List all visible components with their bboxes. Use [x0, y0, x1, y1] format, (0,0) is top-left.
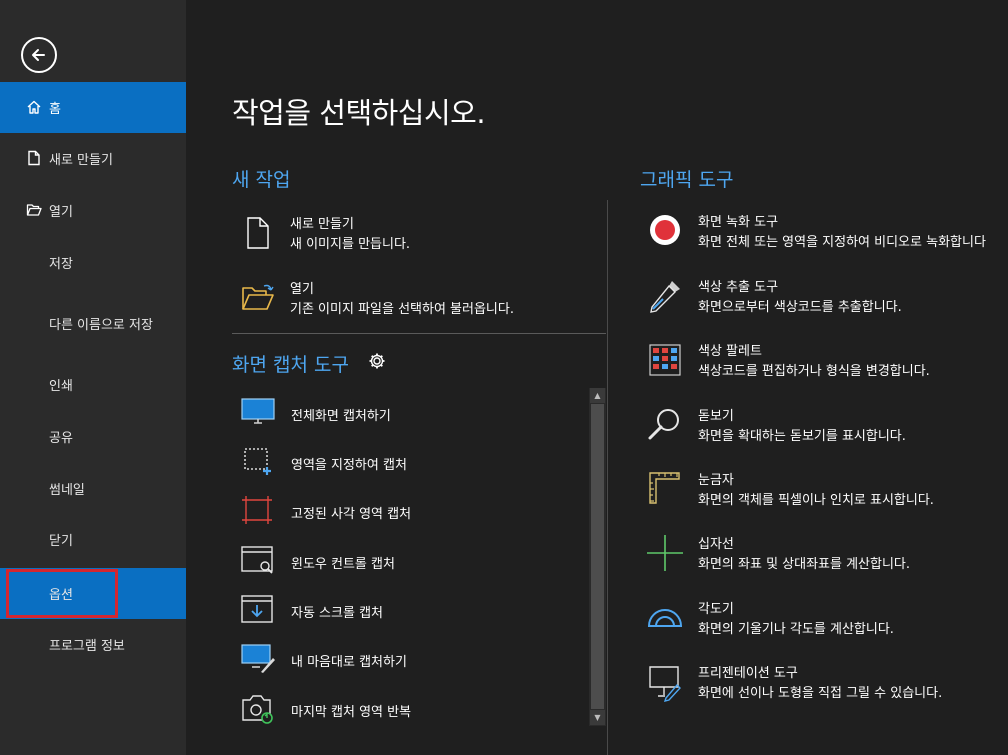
capture-item-label: 전체화면 캡처하기: [291, 409, 391, 424]
highlight-outline: [6, 569, 118, 618]
region-select-icon: [244, 448, 271, 475]
sidebar-item-label: 저장: [49, 257, 73, 272]
scroll-down-arrow-icon[interactable]: ▼: [590, 710, 605, 725]
record-icon: [650, 215, 680, 245]
item-title: 색상 추출 도구: [698, 280, 779, 295]
capture-item-label: 내 마음대로 캡처하기: [291, 655, 407, 670]
sidebar-item-close[interactable]: 닫기: [0, 514, 186, 565]
home-icon: [27, 100, 41, 114]
eyedropper-icon: [650, 281, 680, 313]
item-title: 눈금자: [698, 473, 734, 488]
magnifier-item[interactable]: 돋보기 화면을 확대하는 돋보기를 표시합니다.: [645, 405, 945, 449]
freehand-pen-icon: [241, 644, 275, 673]
sidebar-item-label: 다른 이름으로 저장: [49, 318, 153, 333]
color-palette-item[interactable]: 색상 팔레트 색상코드를 편집하거나 형식을 변경합니다.: [645, 340, 965, 384]
sidebar-item-save-as[interactable]: 다른 이름으로 저장: [0, 298, 186, 349]
item-description: 화면 전체 또는 영역을 지정하여 비디오로 녹화합니다: [698, 235, 986, 250]
item-title: 십자선: [698, 537, 734, 552]
capture-item-label: 마지막 캡처 영역 반복: [291, 705, 412, 720]
sidebar-item-about[interactable]: 프로그램 정보: [0, 619, 186, 670]
item-title: 색상 팔레트: [698, 344, 762, 359]
capture-item-label: 고정된 사각 영역 캡처: [291, 507, 412, 522]
item-description: 화면의 기울기나 각도를 계산합니다.: [698, 622, 894, 637]
sidebar-item-label: 닫기: [49, 534, 73, 549]
capture-window-item[interactable]: 윈도우 컨트롤 캡처: [240, 540, 585, 580]
back-arrow-icon: [32, 49, 45, 61]
protractor-item[interactable]: 각도기 화면의 기울기나 각도를 계산합니다.: [645, 598, 945, 642]
item-title: 각도기: [698, 602, 734, 617]
item-description: 화면에 선이나 도형을 직접 그릴 수 있습니다.: [698, 686, 943, 701]
repeat-camera-icon: [242, 695, 273, 724]
monitor-icon: [241, 398, 275, 424]
item-description: 새 이미지를 만듭니다.: [290, 237, 411, 252]
item-title: 돋보기: [698, 409, 734, 424]
open-file-item[interactable]: 열기 기존 이미지 파일을 선택하여 불러옵니다.: [240, 278, 580, 322]
sidebar-item-print[interactable]: 인쇄: [0, 359, 186, 410]
sidebar-item-open[interactable]: 열기: [0, 185, 186, 236]
magnifier-icon: [648, 409, 679, 440]
capture-repeat-item[interactable]: 마지막 캡처 영역 반복: [240, 688, 585, 728]
capture-list-scrollbar[interactable]: ▲ ▼: [589, 388, 606, 726]
column-divider: [607, 200, 608, 755]
blank-document-icon: [247, 217, 269, 249]
ruler-item[interactable]: 눈금자 화면의 객체를 픽셀이나 인치로 표시합니다.: [645, 469, 965, 513]
capture-region-item[interactable]: 영역을 지정하여 캡처: [240, 441, 585, 481]
crosshair-icon: [647, 535, 683, 571]
capture-freehand-item[interactable]: 내 마음대로 캡처하기: [240, 638, 585, 678]
sidebar-item-label: 새로 만들기: [49, 153, 113, 168]
item-description: 화면으로부터 색상코드를 추출합니다.: [698, 300, 902, 315]
sidebar-item-thumbnail[interactable]: 썸네일: [0, 463, 186, 514]
sidebar-item-label: 열기: [49, 205, 73, 220]
sidebar-item-label: 썸네일: [49, 483, 85, 498]
page-title: 작업을 선택하십시오.: [232, 96, 486, 130]
section-title-capture: 화면 캡처 도구: [232, 354, 349, 376]
section-title-graphic: 그래픽 도구: [640, 169, 734, 191]
capture-fullscreen-item[interactable]: 전체화면 캡처하기: [240, 392, 585, 432]
back-button[interactable]: [21, 37, 57, 73]
color-picker-item[interactable]: 색상 추출 도구 화면으로부터 색상코드를 추출합니다.: [645, 276, 945, 320]
capture-fixed-rect-item[interactable]: 고정된 사각 영역 캡처: [240, 490, 585, 530]
item-title: 새로 만들기: [290, 217, 354, 232]
sidebar-item-new[interactable]: 새로 만들기: [0, 133, 186, 184]
capture-item-label: 자동 스크롤 캡처: [291, 606, 383, 621]
window-magnifier-icon: [241, 546, 273, 574]
gear-icon[interactable]: [368, 352, 386, 370]
capture-item-label: 영역을 지정하여 캡처: [291, 458, 407, 473]
item-description: 화면의 객체를 픽셀이나 인치로 표시합니다.: [698, 493, 934, 508]
item-description: 화면의 좌표 및 상대좌표를 계산합니다.: [698, 557, 911, 572]
crosshair-item[interactable]: 십자선 화면의 좌표 및 상대좌표를 계산합니다.: [645, 533, 945, 577]
item-description: 기존 이미지 파일을 선택하여 불러옵니다.: [290, 302, 514, 317]
open-folder-icon: [26, 204, 42, 216]
item-title: 열기: [290, 282, 314, 297]
capture-item-label: 윈도우 컨트롤 캡처: [291, 557, 395, 572]
protractor-icon: [647, 609, 683, 627]
fixed-rectangle-icon: [242, 496, 272, 524]
open-folder-icon: [242, 284, 274, 310]
new-file-item[interactable]: 새로 만들기 새 이미지를 만듭니다.: [240, 213, 580, 257]
ruler-icon: [649, 472, 680, 504]
presentation-pen-icon: [649, 666, 681, 702]
section-divider: [232, 333, 606, 334]
sidebar-item-label: 인쇄: [49, 379, 73, 394]
scroll-down-icon: [241, 595, 273, 623]
screen-record-item[interactable]: 화면 녹화 도구 화면 전체 또는 영역을 지정하여 비디오로 녹화합니다: [645, 211, 1008, 255]
sidebar-item-share[interactable]: 공유: [0, 411, 186, 462]
sidebar-item-home[interactable]: 홈: [0, 82, 186, 133]
presentation-item[interactable]: 프리젠테이션 도구 화면에 선이나 도형을 직접 그릴 수 있습니다.: [645, 662, 975, 706]
scroll-up-arrow-icon[interactable]: ▲: [590, 388, 605, 403]
scrollbar-thumb[interactable]: [591, 404, 604, 709]
item-title: 화면 녹화 도구: [698, 215, 779, 230]
sidebar: 홈 새로 만들기 열기 저장 다른 이름으로 저장 인쇄 공유 썸네일 닫기 옵…: [0, 0, 186, 755]
item-description: 색상코드를 편집하거나 형식을 변경합니다.: [698, 364, 930, 379]
section-title-new-task: 새 작업: [232, 169, 291, 191]
palette-grid-icon: [649, 344, 681, 376]
sidebar-item-label: 프로그램 정보: [49, 639, 125, 654]
item-title: 프리젠테이션 도구: [698, 666, 798, 681]
sidebar-item-save[interactable]: 저장: [0, 237, 186, 288]
sidebar-item-label: 홈: [49, 102, 61, 117]
capture-scroll-item[interactable]: 자동 스크롤 캡처: [240, 589, 585, 629]
new-file-icon: [28, 150, 40, 166]
sidebar-item-label: 공유: [49, 431, 73, 446]
item-description: 화면을 확대하는 돋보기를 표시합니다.: [698, 429, 906, 444]
